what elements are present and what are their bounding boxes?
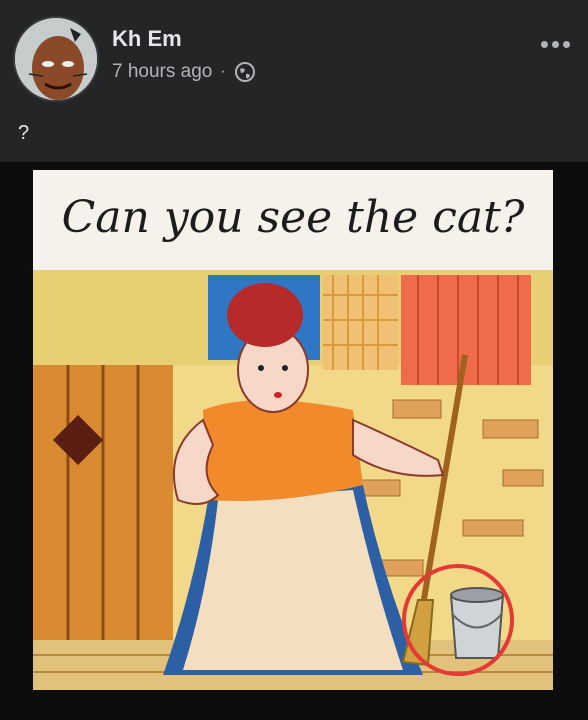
author-name[interactable]: Kh Em xyxy=(112,26,182,52)
cartoon-scene xyxy=(33,270,553,690)
post-time[interactable]: 7 hours ago xyxy=(112,61,212,83)
image-title: Can you see the cat? xyxy=(61,192,525,243)
post-image[interactable]: Can you see the cat? xyxy=(33,170,553,690)
post-caption: ? xyxy=(18,122,30,144)
more-options-icon[interactable] xyxy=(535,30,575,58)
avatar-image xyxy=(15,18,97,100)
meta-separator: · xyxy=(220,63,226,80)
post-header: Kh Em 7 hours ago · ? xyxy=(0,0,588,162)
post-meta: 7 hours ago · xyxy=(112,61,256,83)
avatar[interactable] xyxy=(13,16,99,102)
globe-icon xyxy=(234,61,256,83)
